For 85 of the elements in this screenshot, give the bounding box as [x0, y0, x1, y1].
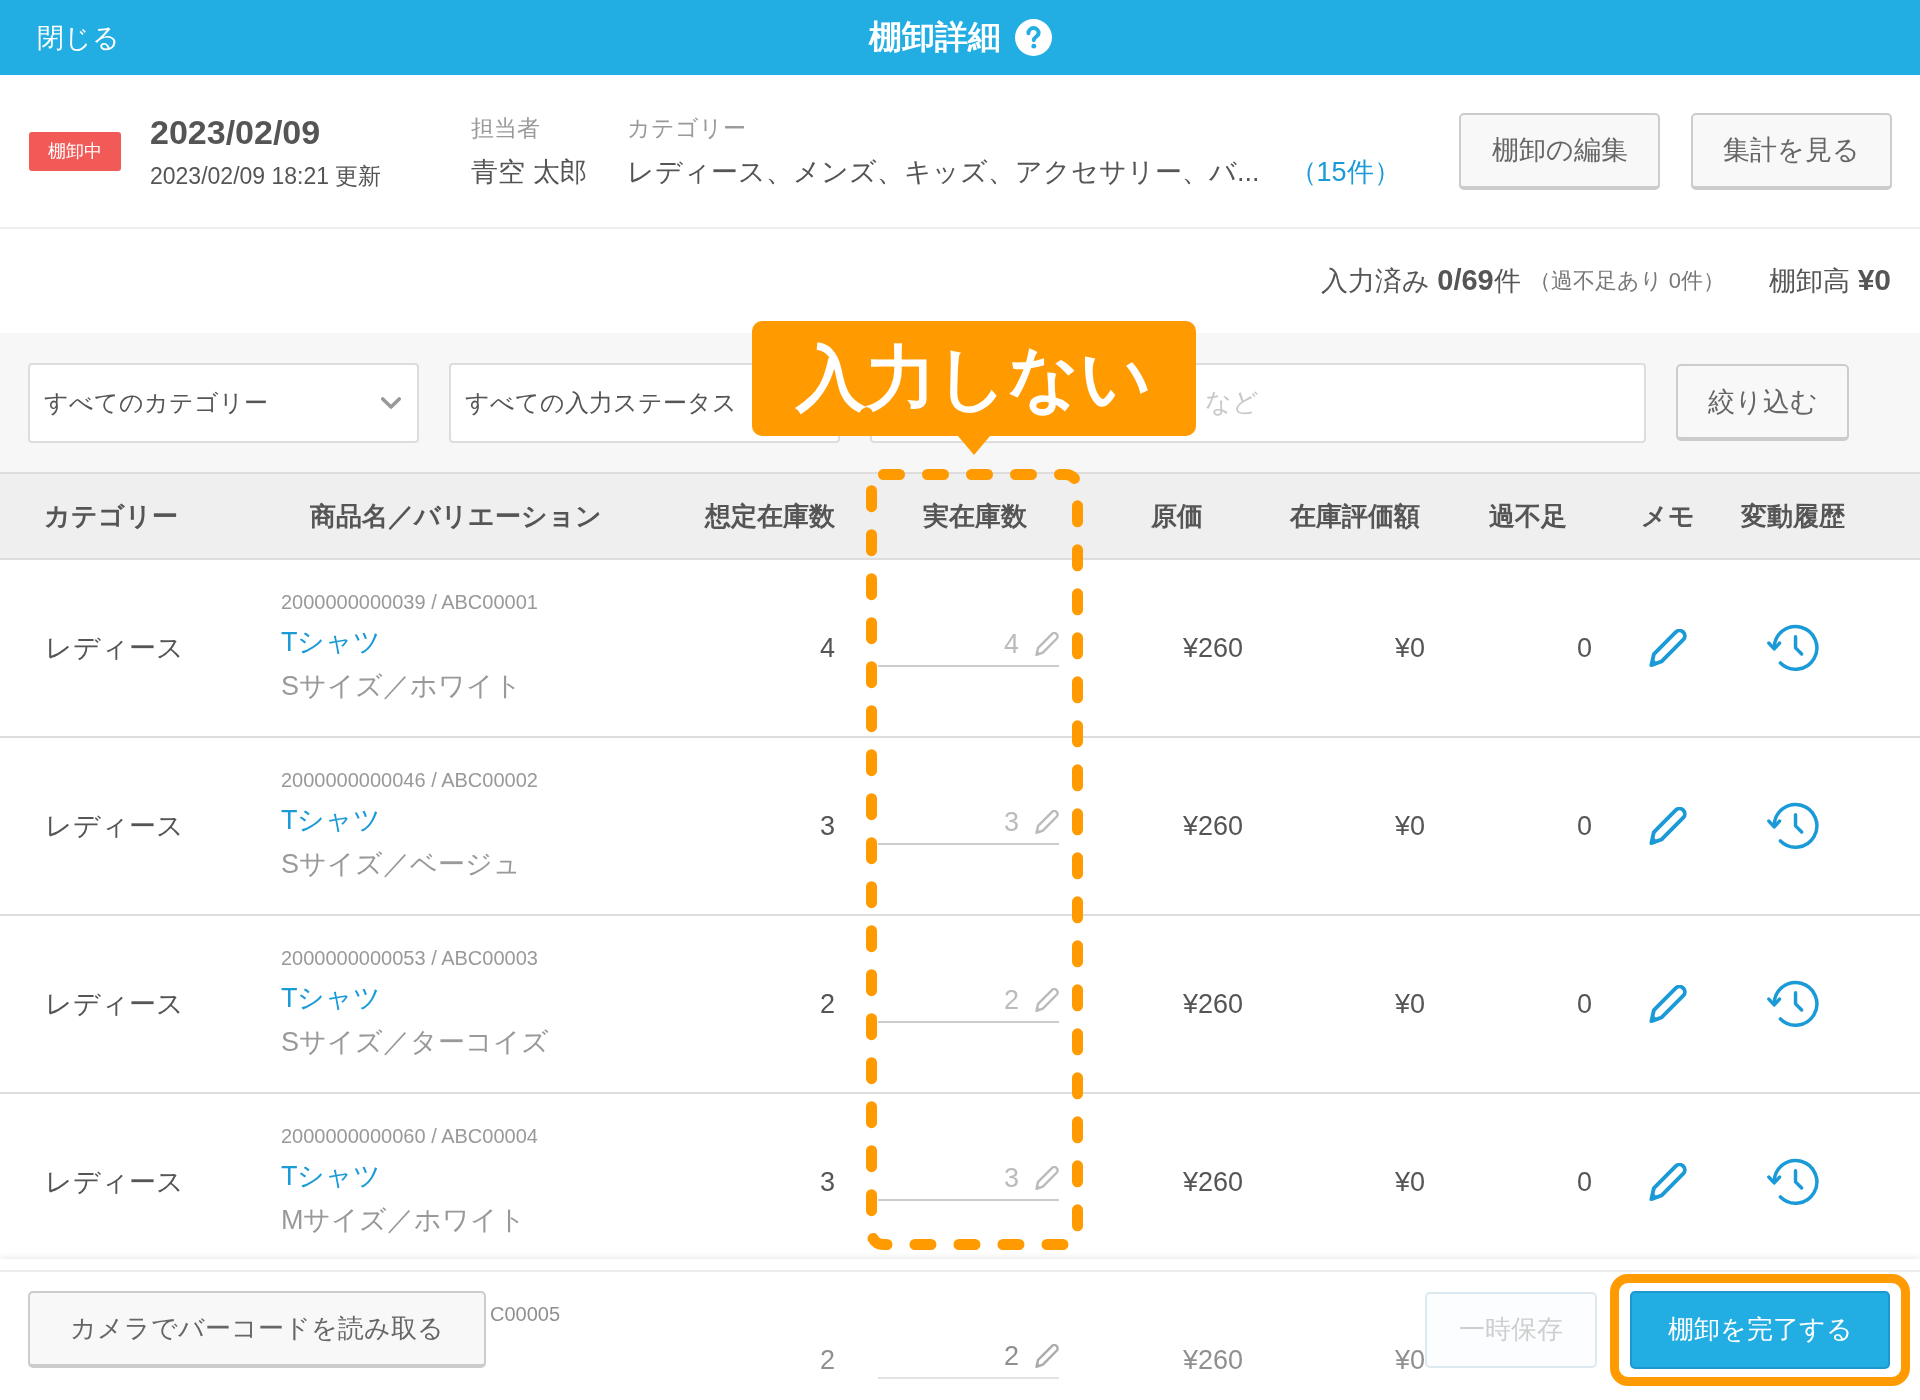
product-code: 2000000000060 / ABC00004 [281, 1124, 538, 1149]
shortage-count: （過不足あり 0件） [1528, 267, 1726, 295]
pencil-icon [1035, 1344, 1059, 1368]
entered-count: 入力済み 0/69件 [1320, 263, 1521, 298]
category-count-link[interactable]: （15件） [1289, 155, 1401, 189]
header-action-button[interactable]: 棚卸の編集 [1459, 112, 1660, 190]
column-header: 変動履歴 [1740, 499, 1845, 533]
count-input[interactable]: 3 [878, 801, 1019, 843]
status-badge: 棚卸中 [29, 131, 121, 171]
window-title: 棚卸詳細 [868, 17, 1001, 57]
help-icon[interactable] [1014, 19, 1052, 56]
product-code: 2000000000053 / ABC00003 [281, 946, 538, 971]
category-list: レディース、メンズ、キッズ、アクセサリー、バ... [627, 155, 1260, 189]
updated-time: 2023/02/09 18:21 更新 [150, 162, 383, 190]
table-cell: 0 [1576, 632, 1592, 664]
pencil-icon [1035, 1166, 1059, 1190]
field-label: カテゴリー [627, 114, 747, 143]
table-cell: ¥0 [1394, 988, 1425, 1020]
table-cell: ¥260 [1182, 632, 1243, 664]
history-icon[interactable] [1766, 1158, 1819, 1206]
filter-button[interactable]: 絞り込む [1676, 364, 1849, 441]
variation-text: Sサイズ／ホワイト [281, 670, 522, 703]
filter-dropdown[interactable]: すべてのカテゴリー [28, 362, 419, 443]
column-header: メモ [1640, 499, 1695, 533]
pencil-icon [1035, 632, 1059, 656]
table-cell: 2 [819, 988, 835, 1020]
product-code: 2000000000046 / ABC00002 [281, 768, 538, 793]
table-cell: ¥260 [1182, 1166, 1243, 1198]
column-header: カテゴリー [44, 499, 178, 533]
history-icon[interactable] [1766, 624, 1819, 672]
complete-button[interactable]: 棚卸を完了する [1630, 1290, 1890, 1369]
pencil-icon[interactable] [1648, 985, 1687, 1023]
pencil-icon[interactable] [1648, 807, 1687, 845]
product-name-link[interactable]: Tシャツ [281, 800, 382, 840]
table-cell-text: 2 [1002, 1340, 1019, 1373]
inventory-date: 2023/02/09 [150, 112, 322, 152]
table-cell: ¥0 [1394, 632, 1425, 664]
table-cell: 4 [819, 632, 835, 664]
table-cell: 0 [1576, 1166, 1592, 1198]
count-input[interactable]: 2 [878, 979, 1019, 1021]
close-button[interactable]: 閉じる [37, 19, 120, 56]
count-input[interactable]: 3 [878, 1157, 1019, 1199]
table-cell: 2 [819, 1344, 835, 1376]
table-cell: ¥260 [1182, 1344, 1243, 1376]
table-cell-text: レディース [45, 988, 184, 1021]
product-code: C00005 [490, 1302, 561, 1327]
table-cell: ¥0 [1394, 810, 1425, 842]
variation-text: Mサイズ／ホワイト [281, 1204, 527, 1237]
header-action-button[interactable]: 集計を見る [1691, 112, 1892, 190]
column-header: 原価 [1150, 499, 1203, 533]
inventory-total: 棚卸高 ¥0 [1769, 263, 1891, 298]
annotation-tooltip: 入力しない [752, 321, 1196, 455]
chevron-down-icon [381, 396, 401, 409]
table-cell: 3 [819, 1166, 835, 1198]
staff-name: 青空 太郎 [471, 156, 588, 189]
table-cell: ¥0 [1394, 1344, 1425, 1376]
table-cell-text: レディース [45, 1166, 184, 1199]
product-code: 2000000000039 / ABC00001 [281, 590, 538, 615]
pencil-icon[interactable] [1648, 629, 1687, 667]
pencil-icon[interactable] [1648, 1163, 1687, 1201]
variation-text: Sサイズ／ベージュ [281, 848, 521, 881]
product-name-link[interactable]: Tシャツ [281, 978, 382, 1018]
table-cell: ¥260 [1182, 988, 1243, 1020]
pencil-icon [1035, 810, 1059, 834]
column-header: 想定在庫数 [705, 499, 835, 533]
table-cell: 0 [1576, 988, 1592, 1020]
field-label: 担当者 [471, 114, 541, 143]
column-header: 商品名／バリエーション [310, 499, 602, 533]
product-name-link[interactable]: Tシャツ [281, 622, 382, 662]
pencil-icon [1035, 988, 1059, 1012]
table-cell: 3 [819, 810, 835, 842]
table-cell: ¥260 [1182, 810, 1243, 842]
table-cell-text: レディース [45, 810, 184, 843]
column-header: 過不足 [1488, 499, 1567, 533]
camera-scan-button[interactable]: カメラでバーコードを読み取る [28, 1291, 486, 1368]
column-header: 在庫評価額 [1290, 499, 1420, 533]
history-icon[interactable] [1766, 802, 1819, 850]
table-cell: ¥0 [1394, 1166, 1425, 1198]
product-name-link[interactable]: Tシャツ [281, 1156, 382, 1196]
column-header: 実在庫数 [922, 499, 1027, 533]
table-cell: 0 [1576, 810, 1592, 842]
table-cell-text: レディース [45, 632, 184, 665]
count-input[interactable]: 4 [878, 623, 1019, 665]
history-icon[interactable] [1766, 980, 1819, 1028]
variation-text: Sサイズ／ターコイズ [281, 1026, 549, 1059]
